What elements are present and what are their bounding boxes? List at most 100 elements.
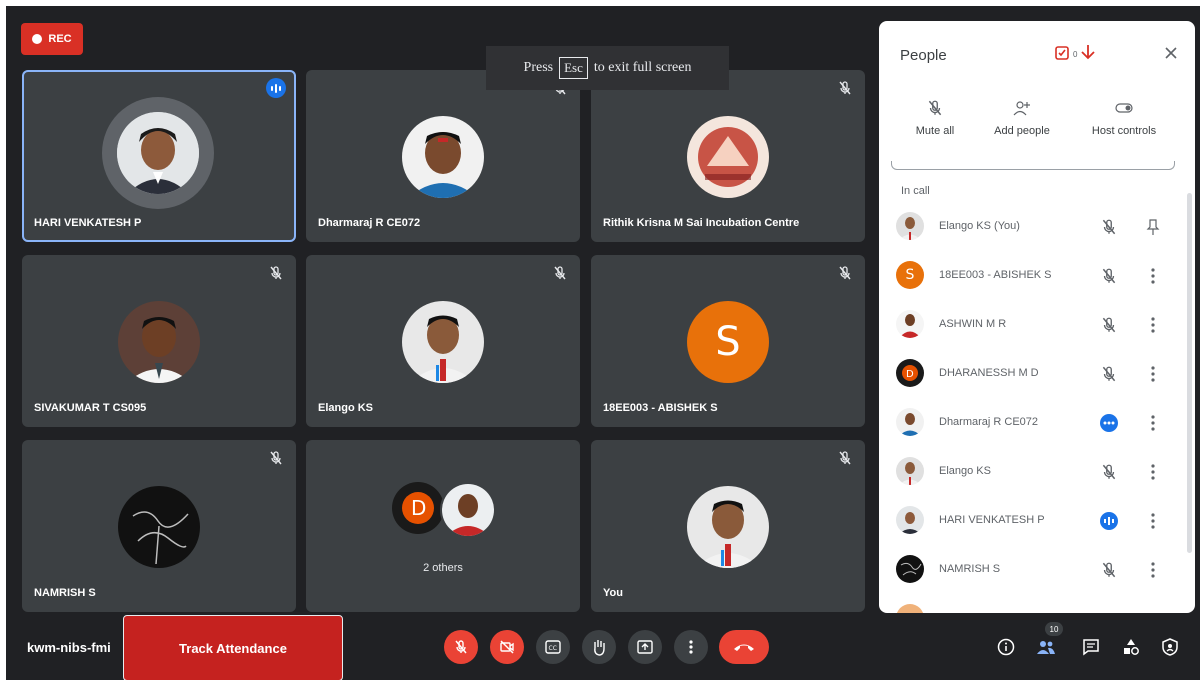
- avatar: [896, 310, 924, 338]
- participant-tile-others[interactable]: D 2 others: [306, 440, 580, 612]
- people-button[interactable]: [1033, 634, 1059, 660]
- participant-row-partial[interactable]: [879, 599, 1179, 613]
- track-attendance-button[interactable]: Track Attendance: [123, 615, 343, 680]
- participant-tile-6[interactable]: S 18EE003 - ABISHEK S: [591, 255, 865, 427]
- avatar: [118, 486, 200, 568]
- more-vert-icon[interactable]: [1149, 316, 1157, 334]
- attendance-count: 0: [1073, 50, 1078, 59]
- avatar: [896, 506, 924, 534]
- participant-tile-2[interactable]: Dharmaraj R CE072: [306, 70, 580, 242]
- esc-key: Esc: [559, 57, 588, 79]
- participant-tile-1[interactable]: HARI VENKATESH P: [22, 70, 296, 242]
- attendance-widget[interactable]: 0: [1054, 43, 1096, 61]
- avatar: [402, 116, 484, 198]
- mic-off-icon: [1102, 219, 1116, 235]
- participant-tile-3[interactable]: Rithik Krisna M Sai Incubation Centre: [591, 70, 865, 242]
- present-button[interactable]: [628, 630, 662, 664]
- mute-all-label: Mute all: [915, 125, 955, 137]
- more-vert-icon[interactable]: [1149, 463, 1157, 481]
- mic-off-icon: [1102, 366, 1116, 382]
- more-vert-icon[interactable]: [1149, 512, 1157, 530]
- chat-button[interactable]: [1078, 634, 1104, 660]
- participant-row[interactable]: Dharmaraj R CE072: [879, 403, 1179, 443]
- record-dot-icon: [32, 34, 43, 44]
- participant-name: ASHWIN M R: [939, 318, 1007, 330]
- avatar-initial: S: [896, 261, 924, 289]
- mic-off-icon: [455, 640, 467, 654]
- pin-icon[interactable]: [1145, 218, 1161, 236]
- meeting-details-button[interactable]: [993, 634, 1019, 660]
- speaking-indicator-icon: [266, 78, 286, 98]
- search-field-edge[interactable]: [891, 161, 1175, 170]
- speaking-indicator-icon: [1100, 512, 1118, 530]
- more-vert-icon[interactable]: [1149, 267, 1157, 285]
- avatar: [896, 555, 924, 583]
- camera-toggle-button[interactable]: [490, 630, 524, 664]
- avatar: [896, 212, 924, 240]
- avatar: [896, 457, 924, 485]
- close-icon[interactable]: [1161, 43, 1181, 63]
- recording-indicator: REC: [21, 23, 83, 55]
- participant-row[interactable]: Elango KS: [879, 452, 1179, 492]
- add-people-label: Add people: [994, 125, 1050, 137]
- mic-off-icon: [270, 266, 282, 280]
- more-vert-icon[interactable]: [1149, 365, 1157, 383]
- raise-hand-button[interactable]: [582, 630, 616, 664]
- avatar: [117, 112, 199, 194]
- participant-name: Dharmaraj R CE072: [939, 416, 1039, 428]
- meet-window: REC HARI VENKATESH P Dharmaraj R CE072 R…: [6, 6, 1200, 680]
- participant-tile-4[interactable]: SIVAKUMAR T CS095: [22, 255, 296, 427]
- panel-scrollbar[interactable]: [1187, 193, 1192, 553]
- svg-text:D: D: [906, 369, 914, 380]
- leave-call-button[interactable]: [719, 630, 769, 664]
- more-vert-icon[interactable]: [1149, 561, 1157, 579]
- host-controls-label: Host controls: [1091, 125, 1157, 137]
- host-controls-button[interactable]: Host controls: [1074, 99, 1174, 137]
- tile-name: You: [603, 587, 623, 599]
- add-person-icon: [1013, 101, 1030, 116]
- mic-off-icon: [1102, 317, 1116, 333]
- chat-icon: [1083, 639, 1099, 656]
- info-icon: [997, 638, 1015, 656]
- more-vert-icon[interactable]: [1149, 414, 1157, 432]
- participant-row[interactable]: HARI VENKATESH P: [879, 501, 1179, 541]
- activities-button[interactable]: [1118, 634, 1144, 660]
- svg-text:D: D: [411, 496, 426, 520]
- participant-row[interactable]: Elango KS (You): [879, 207, 1179, 247]
- participant-row[interactable]: ASHWIN M R: [879, 305, 1179, 345]
- mute-all-button[interactable]: Mute all: [890, 99, 980, 137]
- tile-name: Elango KS: [318, 402, 374, 414]
- participant-name: DHARANESSH M D: [939, 367, 1039, 379]
- captions-button[interactable]: CC: [536, 630, 570, 664]
- more-options-button[interactable]: [674, 630, 708, 664]
- mic-off-icon: [554, 266, 566, 280]
- tile-name: Dharmaraj R CE072: [318, 217, 421, 229]
- mic-toggle-button[interactable]: [444, 630, 478, 664]
- in-call-label: In call: [901, 185, 930, 197]
- toast-text-before: Press: [523, 60, 554, 75]
- svg-text:CC: CC: [549, 645, 557, 652]
- participant-name: NAMRISH S: [939, 563, 1001, 575]
- shield-icon: [1162, 638, 1178, 656]
- panel-title: People: [900, 47, 947, 64]
- people-icon: [1037, 641, 1055, 654]
- mic-off-icon: [839, 451, 851, 465]
- participant-tile-self[interactable]: You: [591, 440, 865, 612]
- participant-row[interactable]: S 18EE003 - ABISHEK S: [879, 256, 1179, 296]
- avatar: [896, 604, 924, 613]
- avatar: [687, 116, 769, 198]
- participant-tile-5[interactable]: Elango KS: [306, 255, 580, 427]
- avatar: [118, 301, 200, 383]
- participant-name: Elango KS (You): [939, 220, 1020, 232]
- fullscreen-toast: Press Esc to exit full screen: [486, 46, 729, 90]
- participant-name: Elango KS: [939, 465, 991, 477]
- host-controls-icon-button[interactable]: [1157, 634, 1183, 660]
- participant-tile-7[interactable]: NAMRISH S: [22, 440, 296, 612]
- participant-row[interactable]: NAMRISH S: [879, 550, 1179, 590]
- participant-row[interactable]: D DHARANESSH M D: [879, 354, 1179, 394]
- avatar: D: [392, 482, 444, 534]
- add-people-button[interactable]: Add people: [977, 99, 1067, 137]
- tile-name: NAMRISH S: [34, 587, 96, 599]
- people-panel: People 0 Mute all Add people Host contro…: [879, 21, 1195, 613]
- toast-text-after: to exit full screen: [593, 60, 692, 75]
